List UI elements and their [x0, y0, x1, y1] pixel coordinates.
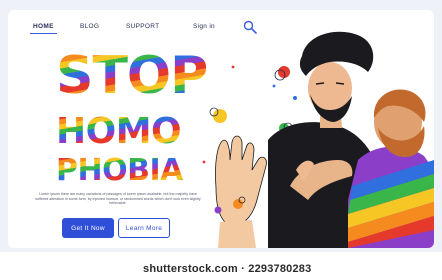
- nav-home-link[interactable]: HOME: [30, 23, 57, 34]
- landing-card: HOME BLOG SUPPORT Sign in STOP HOMO PHOB…: [8, 10, 434, 248]
- watermark: shutterstock.com · 2293780283: [143, 263, 312, 275]
- couple-illustration: [202, 31, 434, 248]
- get-it-now-button[interactable]: Get It Now: [62, 218, 114, 238]
- headline-homo: HOMO: [56, 111, 182, 152]
- learn-more-button[interactable]: Learn More: [118, 218, 170, 238]
- nav-support-link[interactable]: SUPPORT: [126, 23, 159, 30]
- hero-body-text: Lorem ipsum there are many variations of…: [35, 192, 201, 206]
- nav-blog-link[interactable]: BLOG: [80, 23, 99, 30]
- headline-stop: STOP: [56, 46, 208, 106]
- headline-phobia: PHOBIA: [56, 153, 183, 188]
